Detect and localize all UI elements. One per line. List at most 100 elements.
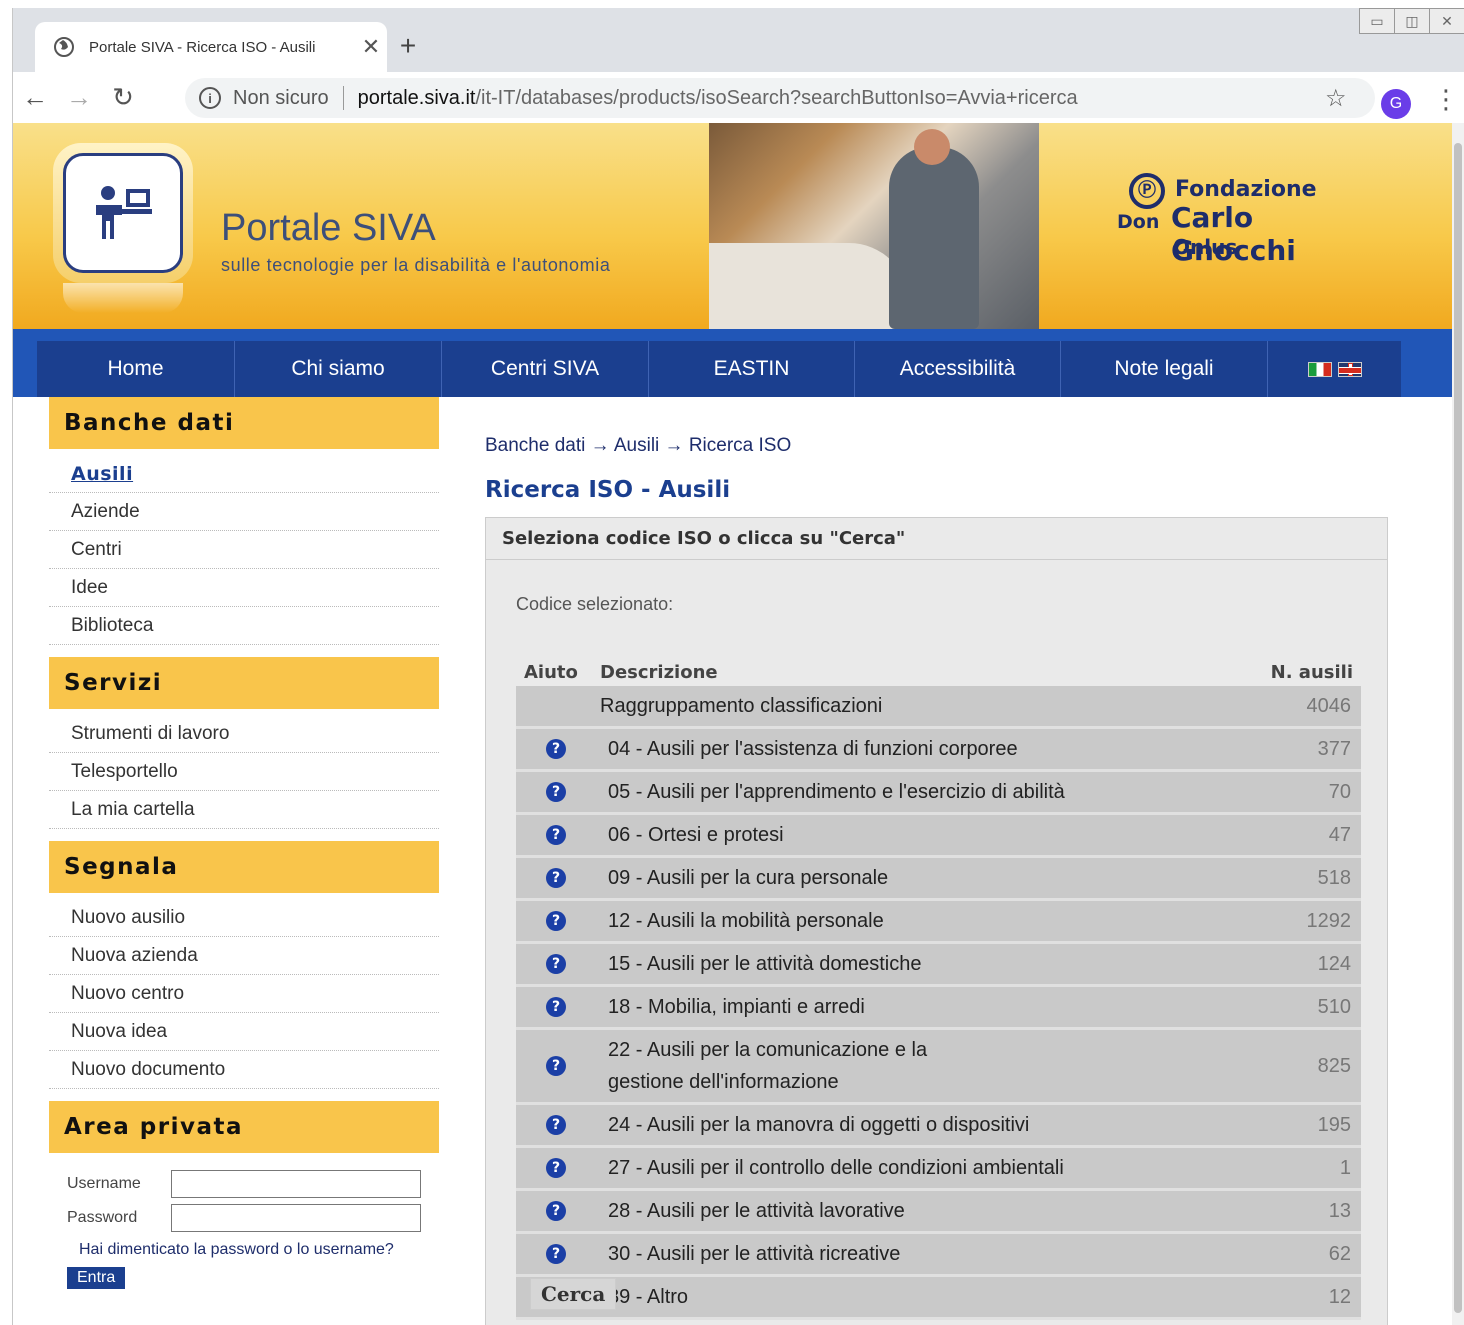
table-header: Aiuto Descrizione N. ausili: [516, 658, 1361, 686]
help-icon[interactable]: ?: [546, 739, 566, 759]
foundation-logo[interactable]: Ⓟ Fondazione Don Carlo Gnocchi Onlus: [1117, 171, 1377, 271]
table-cell-count: 70: [1328, 780, 1351, 803]
uk-flag-icon[interactable]: [1337, 361, 1362, 377]
header-photo: [709, 123, 1039, 329]
table-cell-count: 377: [1317, 737, 1351, 760]
page-scrollbar[interactable]: [1452, 123, 1464, 1325]
sidebar: Banche dati Ausili Aziende Centri Idee B…: [49, 397, 439, 1289]
site-logo[interactable]: [53, 143, 193, 313]
help-icon[interactable]: ?: [546, 868, 566, 888]
table-row[interactable]: ? 18 - Mobilia, impianti e arredi 510: [516, 987, 1361, 1030]
table-row[interactable]: ? 22 - Ausili per la comunicazione e la …: [516, 1030, 1361, 1105]
maximize-icon[interactable]: ◫: [1394, 8, 1430, 34]
sidebar-item-ausili[interactable]: Ausili: [49, 455, 439, 493]
browser-tab[interactable]: Portale SIVA - Ricerca ISO - Ausili ✕: [35, 22, 387, 72]
sidebar-item-telesportello[interactable]: Telesportello: [49, 753, 439, 791]
close-tab-icon[interactable]: ✕: [355, 34, 387, 60]
profile-avatar[interactable]: G: [1381, 89, 1411, 119]
column-header-help: Aiuto: [524, 661, 578, 683]
sidebar-item-nuovo-documento[interactable]: Nuovo documento: [49, 1051, 439, 1089]
scrollbar-thumb[interactable]: [1454, 143, 1462, 1313]
panel-header: Seleziona codice ISO o clicca su "Cerca": [486, 518, 1387, 560]
sidebar-heading-banche-dati: Banche dati: [49, 397, 439, 449]
table-row-group[interactable]: Raggruppamento classificazioni 4046: [516, 686, 1361, 729]
site-header: Portale SIVA sulle tecnologie per la dis…: [13, 123, 1452, 329]
table-cell-description: 05 - Ausili per l'apprendimento e l'eser…: [608, 781, 1065, 803]
table-row[interactable]: ? 28 - Ausili per le attività lavorative…: [516, 1191, 1361, 1234]
new-tab-button[interactable]: +: [393, 30, 423, 62]
sidebar-item-nuova-idea[interactable]: Nuova idea: [49, 1013, 439, 1051]
help-icon[interactable]: ?: [546, 1201, 566, 1221]
bookmark-star-icon[interactable]: ☆: [1325, 84, 1347, 113]
table-row[interactable]: ? 06 - Ortesi e protesi 47: [516, 815, 1361, 858]
table-cell-count: 12: [1328, 1285, 1351, 1308]
help-icon[interactable]: ?: [546, 997, 566, 1017]
table-cell-count: 510: [1317, 995, 1351, 1018]
forgot-password-link[interactable]: Hai dimenticato la password o lo usernam…: [67, 1241, 439, 1259]
foundation-line1: Fondazione: [1175, 177, 1317, 202]
table-cell-count: 518: [1317, 866, 1351, 889]
kebab-menu-icon[interactable]: ⋮: [1433, 84, 1459, 115]
browser-chrome: Portale SIVA - Ricerca ISO - Ausili ✕ + …: [12, 8, 1464, 123]
help-icon[interactable]: ?: [546, 825, 566, 845]
address-bar[interactable]: i Non sicuro portale.siva.it /it-IT/data…: [185, 78, 1375, 118]
nav-accessibilita[interactable]: Accessibilità: [855, 341, 1061, 397]
sidebar-item-nuova-azienda[interactable]: Nuova azienda: [49, 937, 439, 975]
search-button[interactable]: Cerca: [530, 1278, 617, 1310]
back-icon[interactable]: ←: [13, 82, 57, 113]
table-row[interactable]: ? 89 - Altro 12: [516, 1277, 1361, 1320]
sidebar-item-nuovo-centro[interactable]: Nuovo centro: [49, 975, 439, 1013]
foundation-line3: Onlus: [1173, 235, 1238, 259]
help-icon[interactable]: ?: [546, 1056, 566, 1076]
table-cell-count: 195: [1317, 1113, 1351, 1136]
nav-centri-siva[interactable]: Centri SIVA: [442, 341, 649, 397]
nav-chi-siamo[interactable]: Chi siamo: [235, 341, 442, 397]
nav-home[interactable]: Home: [37, 341, 235, 397]
help-icon[interactable]: ?: [546, 1158, 566, 1178]
username-input[interactable]: [171, 1170, 421, 1198]
help-icon[interactable]: ?: [546, 782, 566, 802]
table-cell-description: 06 - Ortesi e protesi: [608, 824, 784, 846]
photo-counter-shape: [709, 243, 909, 329]
sidebar-item-nuovo-ausilio[interactable]: Nuovo ausilio: [49, 899, 439, 937]
help-icon[interactable]: ?: [546, 1115, 566, 1135]
sidebar-item-biblioteca[interactable]: Biblioteca: [49, 607, 439, 645]
browser-toolbar: ← → ↻ i Non sicuro portale.siva.it /it-I…: [13, 72, 1464, 123]
login-button[interactable]: Entra: [67, 1267, 126, 1289]
photo-head-shape: [914, 129, 950, 165]
password-input[interactable]: [171, 1204, 421, 1232]
table-cell-description: Raggruppamento classificazioni: [600, 695, 883, 717]
sidebar-item-cartella[interactable]: La mia cartella: [49, 791, 439, 829]
table-row[interactable]: ? 04 - Ausili per l'assistenza di funzio…: [516, 729, 1361, 772]
table-cell-count: 4046: [1306, 694, 1352, 717]
sidebar-list-segnala: Nuovo ausilio Nuova azienda Nuovo centro…: [49, 893, 439, 1101]
table-cell-count: 62: [1328, 1242, 1351, 1265]
help-icon[interactable]: ?: [546, 911, 566, 931]
forward-icon[interactable]: →: [57, 82, 101, 113]
table-row[interactable]: ? 05 - Ausili per l'apprendimento e l'es…: [516, 772, 1361, 815]
sidebar-item-strumenti[interactable]: Strumenti di lavoro: [49, 715, 439, 753]
nav-note-legali[interactable]: Note legali: [1061, 341, 1268, 397]
minimize-icon[interactable]: ▭: [1359, 8, 1395, 34]
close-window-icon[interactable]: ✕: [1429, 8, 1464, 34]
info-icon[interactable]: i: [199, 87, 221, 109]
web-page: Portale SIVA sulle tecnologie per la dis…: [12, 123, 1452, 1325]
sidebar-item-idee[interactable]: Idee: [49, 569, 439, 607]
help-icon[interactable]: ?: [546, 1244, 566, 1264]
sidebar-item-centri[interactable]: Centri: [49, 531, 439, 569]
sidebar-item-aziende[interactable]: Aziende: [49, 493, 439, 531]
help-icon[interactable]: ?: [546, 954, 566, 974]
table-cell-description: 27 - Ausili per il controllo delle condi…: [608, 1157, 1064, 1179]
table-cell-count: 124: [1317, 952, 1351, 975]
logo-reflection: [63, 283, 183, 313]
table-row[interactable]: ? 30 - Ausili per le attività ricreative…: [516, 1234, 1361, 1277]
table-row[interactable]: ? 09 - Ausili per la cura personale 518: [516, 858, 1361, 901]
nav-eastin[interactable]: EASTIN: [649, 341, 855, 397]
table-row[interactable]: ? 12 - Ausili la mobilità personale 1292: [516, 901, 1361, 944]
table-row[interactable]: ? 27 - Ausili per il controllo delle con…: [516, 1148, 1361, 1191]
breadcrumb[interactable]: Banche dati → Ausili → Ricerca ISO: [485, 435, 791, 457]
table-row[interactable]: ? 15 - Ausili per le attività domestiche…: [516, 944, 1361, 987]
reload-icon[interactable]: ↻: [101, 82, 145, 113]
table-row[interactable]: ? 24 - Ausili per la manovra di oggetti …: [516, 1105, 1361, 1148]
italian-flag-icon[interactable]: [1307, 361, 1332, 377]
